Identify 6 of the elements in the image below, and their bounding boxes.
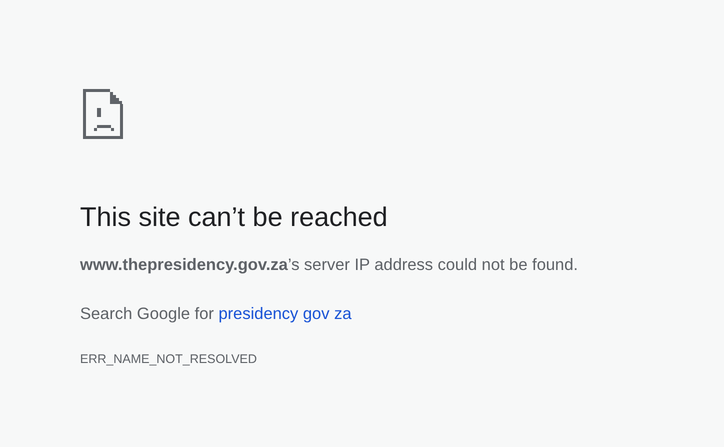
error-code: ERR_NAME_NOT_RESOLVED bbox=[80, 352, 258, 366]
error-title: This site can’t be reached bbox=[80, 201, 389, 234]
sad-page-icon bbox=[80, 86, 126, 142]
search-suggestion: Search Google for presidency gov za bbox=[80, 304, 352, 325]
search-link[interactable]: presidency gov za bbox=[218, 305, 352, 323]
error-message: www.thepresidency.gov.za’s server IP address could not be found. bbox=[80, 255, 579, 276]
